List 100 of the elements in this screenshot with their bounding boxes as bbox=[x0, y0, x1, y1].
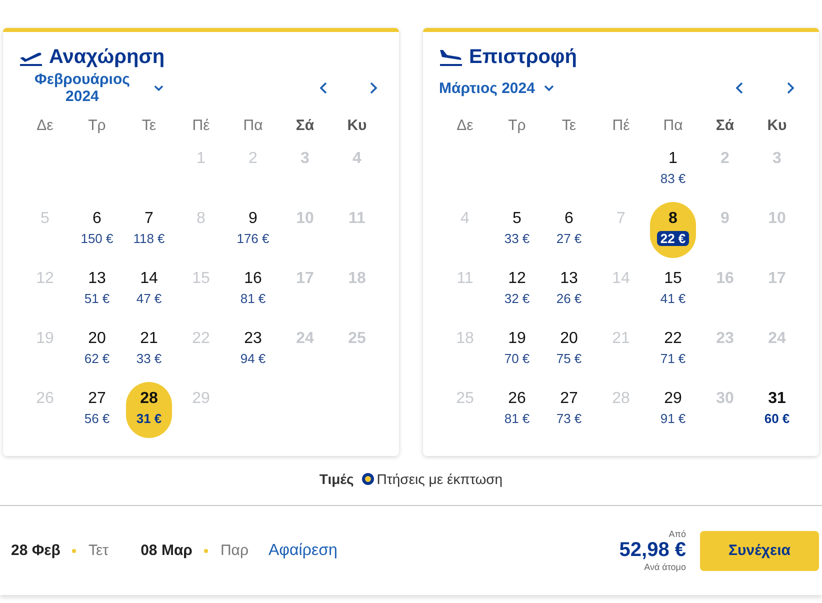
day-number: 24 bbox=[296, 330, 314, 348]
weekday-label: Σά bbox=[714, 116, 736, 136]
calendar-day[interactable]: 12 32 € bbox=[494, 262, 540, 318]
day-price: 60 € bbox=[763, 411, 791, 426]
day-number: 7 bbox=[616, 210, 626, 228]
day-price: 81 € bbox=[239, 291, 267, 306]
calendar-day[interactable]: 5 33 € bbox=[494, 202, 540, 258]
calendar-day[interactable]: 23 94 € bbox=[230, 322, 276, 378]
calendar-day[interactable]: 21 33 € bbox=[126, 322, 172, 378]
day-number: 31 bbox=[768, 390, 786, 408]
day-price: 41 € bbox=[659, 291, 687, 306]
day-price: 73 € bbox=[555, 411, 583, 426]
calendar-title: Αναχώρηση bbox=[49, 46, 165, 68]
calendar-day[interactable]: 15 41 € bbox=[650, 262, 696, 318]
day-number: 6 bbox=[564, 210, 574, 228]
day-price: 118 € bbox=[132, 231, 166, 246]
day-number: 19 bbox=[36, 330, 54, 348]
day-number: 22 bbox=[664, 330, 682, 348]
continue-button[interactable]: Συνέχεια bbox=[700, 530, 819, 570]
day-number: 26 bbox=[36, 390, 54, 408]
calendar-day[interactable]: 27 56 € bbox=[74, 382, 120, 438]
day-number: 4 bbox=[352, 150, 362, 168]
calendar-day[interactable]: 8 22 € bbox=[650, 202, 696, 258]
weekday-label: Σά bbox=[294, 116, 316, 136]
calendar-day[interactable]: 16 81 € bbox=[230, 262, 276, 318]
day-number: 13 bbox=[88, 270, 106, 288]
day-price: 75 € bbox=[555, 351, 583, 366]
price-suffix: Ανά άτομο bbox=[644, 562, 686, 572]
day-number: 17 bbox=[768, 270, 786, 288]
day-price: 176 € bbox=[236, 231, 270, 246]
calendar-day[interactable]: 7 118 € bbox=[126, 202, 172, 258]
calendar-day[interactable]: 22 71 € bbox=[650, 322, 696, 378]
day-number: 4 bbox=[460, 210, 470, 228]
calendar-day[interactable]: 6 27 € bbox=[546, 202, 592, 258]
calendar-day[interactable]: 28 31 € bbox=[126, 382, 172, 438]
day-price: 81 € bbox=[503, 411, 531, 426]
day-price: 56 € bbox=[83, 411, 111, 426]
day-number: 27 bbox=[88, 390, 106, 408]
day-number: 22 bbox=[192, 330, 210, 348]
calendar-day[interactable]: 31 60 € bbox=[754, 382, 800, 438]
weekday-label: Πα bbox=[242, 116, 264, 136]
return-weekday: Παρ bbox=[220, 542, 248, 559]
day-number: 30 bbox=[716, 390, 734, 408]
day-number: 19 bbox=[508, 330, 526, 348]
day-number: 25 bbox=[348, 330, 366, 348]
day-price: 150 € bbox=[80, 231, 114, 246]
calendar-day[interactable]: 29 91 € bbox=[650, 382, 696, 438]
calendar-day[interactable]: 27 73 € bbox=[546, 382, 592, 438]
day-number: 3 bbox=[772, 150, 782, 168]
day-number: 15 bbox=[664, 270, 682, 288]
day-number: 12 bbox=[36, 270, 54, 288]
month-selector[interactable]: Φεβρουάριος 2024 bbox=[19, 71, 165, 105]
day-number: 21 bbox=[612, 330, 630, 348]
day-number: 18 bbox=[456, 330, 474, 348]
day-number: 1 bbox=[668, 150, 678, 168]
return-date: 08 Μαρ bbox=[140, 542, 192, 559]
calendar-title: Επιστροφή bbox=[469, 46, 577, 68]
weekday-label: Κυ bbox=[766, 116, 788, 136]
day-number: 7 bbox=[144, 210, 154, 228]
calendar-day[interactable]: 14 47 € bbox=[126, 262, 172, 318]
weekday-label: Πα bbox=[662, 116, 684, 136]
day-number: 1 bbox=[196, 150, 206, 168]
weekday-label: Τρ bbox=[507, 116, 527, 136]
day-number: 5 bbox=[512, 210, 522, 228]
calendar-day[interactable]: 1 83 € bbox=[650, 142, 696, 198]
day-price: 22 € bbox=[657, 231, 689, 246]
day-number: 20 bbox=[88, 330, 106, 348]
day-number: 9 bbox=[720, 210, 730, 228]
day-price: 71 € bbox=[659, 351, 687, 366]
day-price: 51 € bbox=[83, 291, 111, 306]
legend-label: Τιμές bbox=[319, 471, 354, 487]
day-number: 12 bbox=[508, 270, 526, 288]
calendar-day[interactable]: 26 81 € bbox=[494, 382, 540, 438]
day-price: 94 € bbox=[239, 351, 267, 366]
day-price: 83 € bbox=[659, 171, 687, 186]
calendar-day[interactable]: 9 176 € bbox=[230, 202, 276, 258]
separator-dot-icon bbox=[204, 548, 208, 552]
weekday-label: Πέ bbox=[191, 116, 211, 136]
calendar-day[interactable]: 20 75 € bbox=[546, 322, 592, 378]
legend-text: Πτήσεις με έκπτωση bbox=[376, 471, 503, 487]
day-number: 16 bbox=[244, 270, 262, 288]
price-prefix: Από bbox=[668, 529, 686, 539]
clear-link[interactable]: Αφαίρεση bbox=[268, 542, 338, 560]
calendar-day[interactable]: 20 62 € bbox=[74, 322, 120, 378]
weekday-label: Δε bbox=[36, 116, 54, 136]
day-number: 11 bbox=[348, 210, 366, 228]
day-number: 2 bbox=[720, 150, 730, 168]
day-number: 6 bbox=[92, 210, 102, 228]
calendar-day[interactable]: 13 26 € bbox=[546, 262, 592, 318]
calendar-day[interactable]: 6 150 € bbox=[74, 202, 120, 258]
day-price: 70 € bbox=[503, 351, 531, 366]
weekday-label: Δε bbox=[456, 116, 474, 136]
day-number: 2 bbox=[248, 150, 258, 168]
day-number: 27 bbox=[560, 390, 578, 408]
day-price: 31 € bbox=[135, 411, 163, 426]
weekday-label: Τε bbox=[140, 116, 158, 136]
calendar-day[interactable]: 13 51 € bbox=[74, 262, 120, 318]
calendar-day[interactable]: 19 70 € bbox=[494, 322, 540, 378]
day-number: 21 bbox=[140, 330, 158, 348]
month-selector[interactable]: Μάρτιος 2024 bbox=[439, 80, 555, 96]
